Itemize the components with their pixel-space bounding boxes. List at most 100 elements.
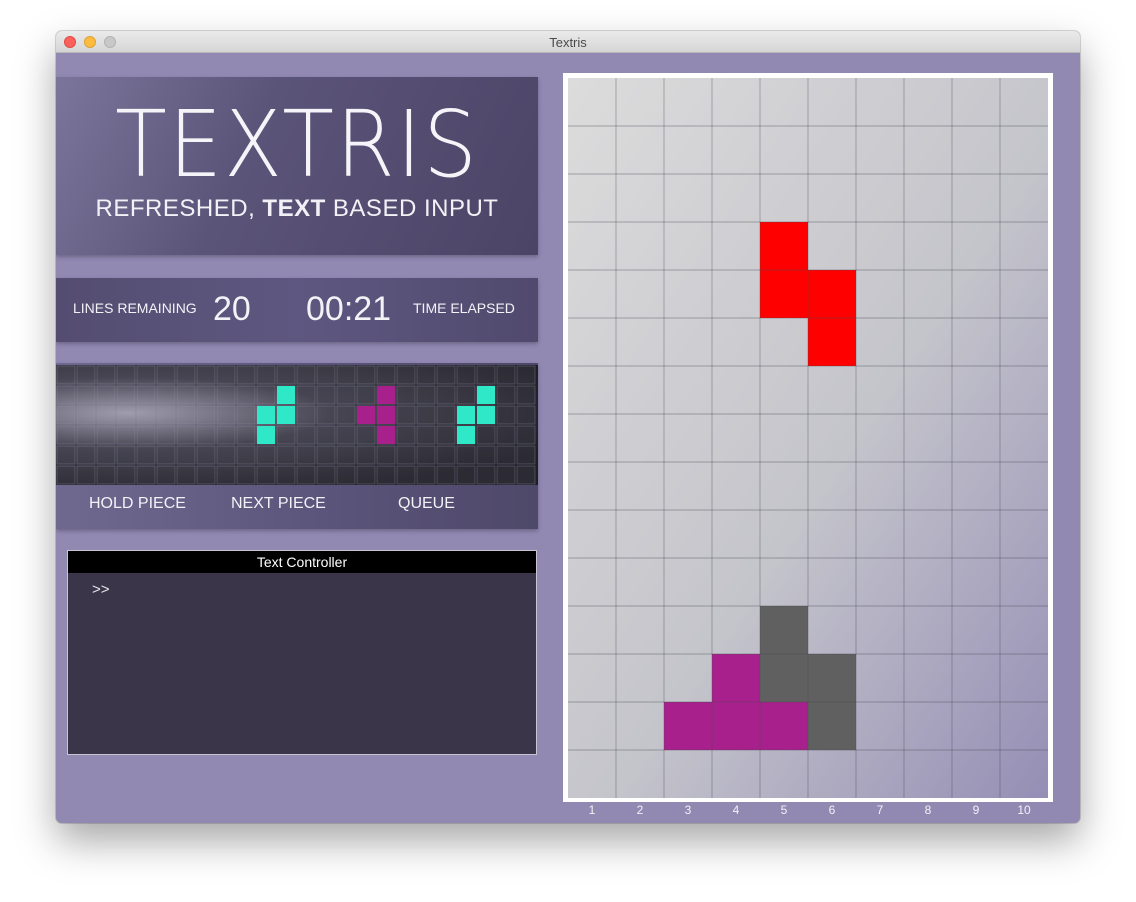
preview-grid-cell	[76, 465, 96, 485]
queue-label: QUEUE	[398, 495, 455, 512]
stats-panel: LINES REMAINING 20 00:21 TIME ELAPSED	[56, 278, 538, 342]
preview-grid-cell	[136, 465, 156, 485]
preview-grid-cell	[476, 365, 496, 385]
preview-grid-cell	[356, 365, 376, 385]
app-window: Textris TEXTRIS REFRESHED, TEXT BASED IN…	[56, 31, 1080, 823]
preview-grid-cell	[116, 385, 136, 405]
preview-grid-cell	[516, 445, 536, 465]
preview-grid-cell	[316, 425, 336, 445]
preview-grid-cell	[516, 465, 536, 485]
preview-grid-cell	[276, 425, 296, 445]
preview-grid-cell	[316, 465, 336, 485]
preview-grid-cell	[176, 385, 196, 405]
preview-grid-cell	[256, 385, 276, 405]
preview-grid-cell	[316, 445, 336, 465]
preview-grid-cell	[456, 385, 476, 405]
text-controller-title: Text Controller	[68, 551, 536, 573]
preview-grid-cell	[116, 465, 136, 485]
preview-grid-cell	[156, 385, 176, 405]
column-label: 9	[972, 803, 980, 817]
preview-grid-cell	[356, 465, 376, 485]
preview-grid-svg	[56, 365, 536, 485]
window-title: Textris	[549, 35, 587, 50]
preview-grid-cell	[276, 445, 296, 465]
game-board	[563, 73, 1053, 802]
game-logo-title: TEXTRIS	[115, 91, 479, 198]
locked-block-cell	[760, 702, 808, 750]
preview-grid-cell	[296, 465, 316, 485]
preview-grid-cell	[56, 465, 76, 485]
column-label: 5	[780, 803, 788, 817]
board-grid-svg	[568, 78, 1048, 798]
preview-grid-cell	[336, 405, 356, 425]
locked-block-cell	[712, 702, 760, 750]
preview-grid-cell	[296, 445, 316, 465]
preview-grid-cell	[396, 365, 416, 385]
preview-grid-cell	[456, 365, 476, 385]
logo-panel: TEXTRIS REFRESHED, TEXT BASED INPUT	[56, 77, 538, 255]
next-piece-cell	[257, 426, 275, 444]
preview-grid-cell	[76, 365, 96, 385]
preview-grid-cell	[436, 425, 456, 445]
queue-1-piece-cell	[377, 426, 395, 444]
preview-grid-cell	[76, 425, 96, 445]
preview-grid-cell	[256, 465, 276, 485]
preview-grid-cell	[236, 385, 256, 405]
tagline-part-2: BASED INPUT	[325, 195, 499, 222]
active-piece-cell	[760, 222, 808, 270]
preview-grid-cell	[216, 465, 236, 485]
column-label: 2	[636, 803, 644, 817]
column-labels: 1 2 3 4 5 6 7 8 9 10	[568, 803, 1048, 819]
preview-grid-cell	[56, 425, 76, 445]
command-input[interactable]	[118, 579, 518, 601]
preview-grid-cell	[496, 465, 516, 485]
title-bar: Textris	[56, 31, 1080, 53]
preview-grid-cell	[316, 365, 336, 385]
preview-grid-cell	[296, 405, 316, 425]
preview-grid-cell	[196, 465, 216, 485]
preview-grid-cell	[336, 385, 356, 405]
preview-grid-cell	[276, 365, 296, 385]
preview-grid-cell	[156, 445, 176, 465]
preview-grid-cell	[296, 425, 316, 445]
game-tagline: REFRESHED, TEXT BASED INPUT	[56, 195, 538, 223]
preview-grid-cell	[56, 445, 76, 465]
preview-grid-cell	[196, 425, 216, 445]
preview-grid-cell	[336, 365, 356, 385]
column-label: 6	[828, 803, 836, 817]
piece-preview-panel: HOLD PIECE NEXT PIECE QUEUE	[56, 363, 538, 529]
preview-grid-cell	[136, 425, 156, 445]
column-label: 1	[588, 803, 596, 817]
preview-grid-cell	[336, 425, 356, 445]
preview-grid-cell	[416, 385, 436, 405]
preview-grid-cell	[436, 385, 456, 405]
preview-grid-cell	[476, 445, 496, 465]
preview-grid-cell	[496, 365, 516, 385]
preview-grid-cell	[376, 445, 396, 465]
queue-2-piece-cell	[457, 426, 475, 444]
text-controller: Text Controller >>	[67, 550, 537, 755]
preview-grid-cell	[436, 465, 456, 485]
preview-grid-cell	[436, 405, 456, 425]
preview-grid-cell	[416, 445, 436, 465]
preview-grid-cell	[336, 465, 356, 485]
preview-grid-cell	[476, 425, 496, 445]
column-label: 10	[1017, 803, 1031, 817]
preview-grid-cell	[416, 465, 436, 485]
time-elapsed-value: 00:21	[306, 290, 392, 328]
preview-grid-cell	[236, 465, 256, 485]
preview-grid-cell	[496, 445, 516, 465]
preview-grid-cell	[356, 445, 376, 465]
preview-grid-cell	[116, 425, 136, 445]
preview-grid-cell	[496, 425, 516, 445]
locked-block-cell	[760, 606, 808, 654]
preview-grid-cell	[396, 425, 416, 445]
locked-block-cell	[712, 654, 760, 702]
preview-grid-cell	[116, 365, 136, 385]
tagline-bold: TEXT	[262, 195, 326, 222]
preview-grid-cell	[176, 425, 196, 445]
preview-grid-cell	[216, 425, 236, 445]
preview-grid-cell	[416, 425, 436, 445]
preview-grid-cell	[216, 405, 236, 425]
preview-grid-cell	[116, 445, 136, 465]
